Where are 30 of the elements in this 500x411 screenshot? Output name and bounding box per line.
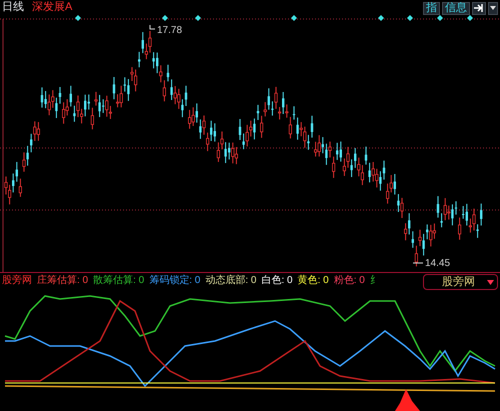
indicator-value: 散筹估算: 0	[93, 276, 144, 286]
indicator-value: 庄筹估算: 0	[37, 276, 88, 286]
toolbar-button[interactable]: 信息	[442, 2, 470, 14]
diamond-marker-icon	[291, 15, 297, 21]
chart-period: 日线	[2, 2, 24, 13]
diamond-marker-icon	[75, 15, 81, 21]
leader-line	[412, 262, 424, 264]
indicator-value: 动态底部: 0	[205, 276, 256, 286]
diamond-marker-icon	[437, 15, 443, 21]
stock-name: 深发展A	[32, 2, 72, 13]
low-price-label: 14.45	[425, 258, 450, 269]
indicator-value: 纟	[370, 276, 380, 286]
indicator-dropdown[interactable]: 股旁网	[423, 274, 498, 290]
indicator-value: 白色: 0	[262, 276, 293, 286]
diamond-marker-icon	[378, 15, 384, 21]
indicator-value: 筹码锁定: 0	[149, 276, 200, 286]
caret-icon[interactable]	[488, 2, 498, 14]
indicator-area	[395, 389, 420, 411]
indicator-name: 股旁网	[2, 276, 32, 286]
diamond-marker-icon	[162, 15, 168, 21]
toolbar-button[interactable]: 指	[423, 2, 440, 14]
high-price-label: 17.78	[157, 25, 182, 36]
arrow-to-bar-icon[interactable]	[472, 2, 486, 14]
diamond-marker-icon	[467, 15, 473, 21]
diamond-marker-icon	[195, 15, 201, 21]
indicator-value: 粉色: 0	[334, 276, 365, 286]
indicator-value: 黄色: 0	[298, 276, 329, 286]
leader-line	[150, 24, 156, 30]
diamond-marker-icon	[407, 15, 413, 21]
caret-icon	[487, 280, 494, 284]
